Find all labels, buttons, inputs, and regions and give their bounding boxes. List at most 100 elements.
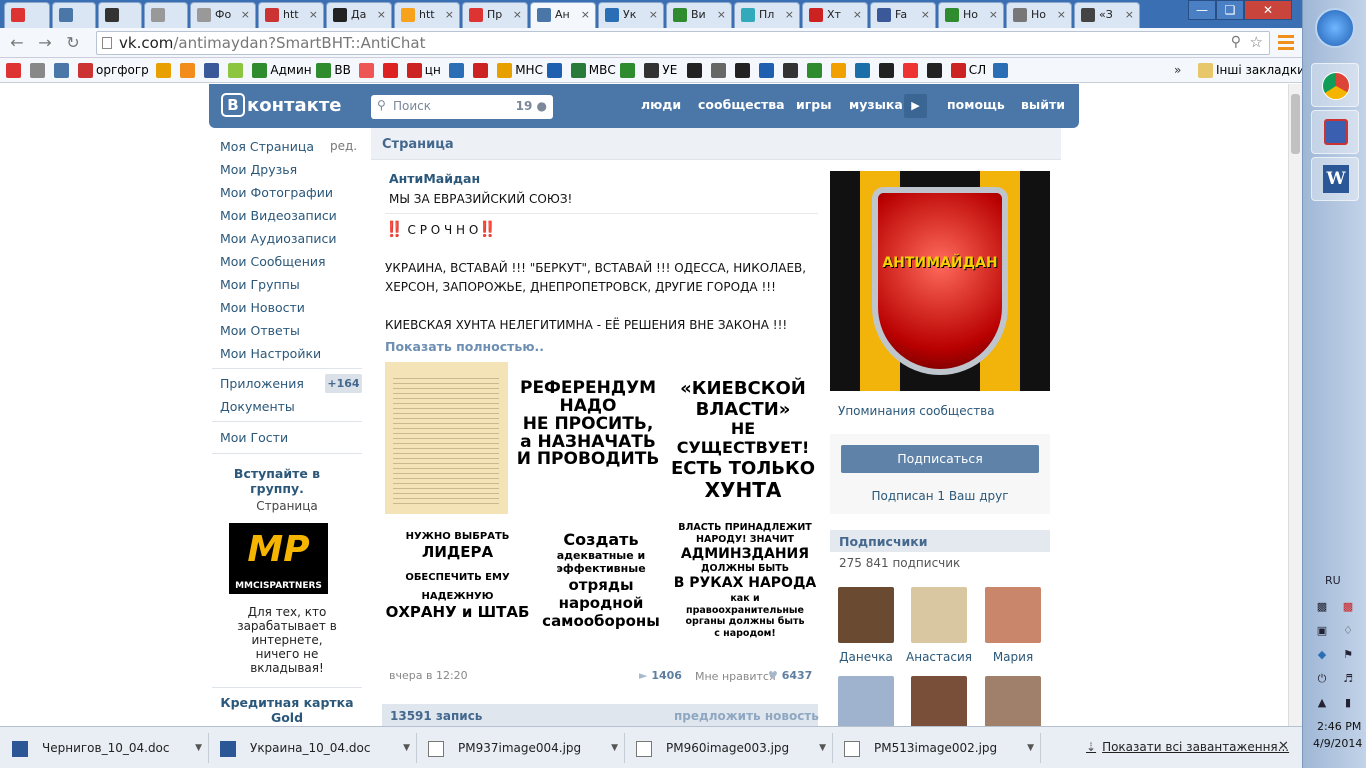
menu-guests[interactable]: Мои Гости xyxy=(220,430,288,445)
power-icon[interactable]: ⏻ xyxy=(1313,672,1331,688)
close-tab-icon[interactable]: × xyxy=(241,8,250,21)
bookmark[interactable] xyxy=(782,62,801,79)
tab[interactable]: Но × xyxy=(938,2,1004,28)
tab[interactable]: Пл × xyxy=(734,2,800,28)
repost-count[interactable]: ► 1406 xyxy=(639,669,682,682)
bookmark[interactable] xyxy=(878,62,897,79)
follower-avatar[interactable] xyxy=(911,676,967,726)
bookmark[interactable] xyxy=(854,62,873,79)
tab[interactable]: Да × xyxy=(326,2,392,28)
follower-avatar[interactable] xyxy=(985,676,1041,726)
taskbar-word-icon[interactable]: W xyxy=(1311,157,1359,201)
wifi-icon[interactable]: ▲ xyxy=(1313,696,1331,712)
close-tab-icon[interactable]: × xyxy=(717,8,726,21)
chevron-down-icon[interactable]: ▼ xyxy=(195,733,202,763)
apps-badge[interactable]: +164 xyxy=(325,374,362,393)
bookmark[interactable] xyxy=(156,62,174,79)
menu-my-page[interactable]: Моя Страница xyxy=(220,139,314,154)
menu-messages[interactable]: Мои Сообщения xyxy=(220,254,326,269)
taskbar-chrome-icon[interactable] xyxy=(1311,63,1359,107)
download-item[interactable]: Украина_10_04.doc ▼ xyxy=(210,733,417,763)
close-tab-icon[interactable]: × xyxy=(785,8,794,21)
menu-groups[interactable]: Мои Группы xyxy=(220,277,300,292)
tab[interactable]: htt × xyxy=(394,2,460,28)
close-tab-icon[interactable]: × xyxy=(1057,8,1066,21)
clock-date[interactable]: 4/9/2014 xyxy=(1313,737,1362,750)
group-name[interactable]: АнтиМайдан xyxy=(389,171,480,186)
play-icon[interactable]: ▶ xyxy=(904,94,927,118)
bell-icon[interactable]: ♢ xyxy=(1339,624,1357,640)
bookmark[interactable] xyxy=(358,62,377,79)
chevron-down-icon[interactable]: ▼ xyxy=(819,733,826,763)
menu-apps[interactable]: Приложения xyxy=(220,376,304,391)
tab[interactable]: Ан × xyxy=(530,2,596,28)
bookmark[interactable] xyxy=(710,62,729,79)
follower-name[interactable]: Данечка xyxy=(828,650,904,664)
bookmark[interactable] xyxy=(228,62,246,79)
bookmark[interactable]: оргфогр xyxy=(78,62,149,79)
tab[interactable]: «З × xyxy=(1074,2,1140,28)
taskbar-app-icon[interactable] xyxy=(1311,110,1359,154)
tab[interactable]: Ви × xyxy=(666,2,732,28)
bookmark[interactable]: СЛ xyxy=(950,62,986,79)
ad2-title[interactable]: Кредитная картка Gold xyxy=(212,695,362,725)
post-image-leader[interactable]: НУЖНО ВЫБРАТЬ ЛИДЕРА ОБЕСПЕЧИТЬ ЕМУ НАДЕ… xyxy=(385,520,530,650)
tab[interactable]: htt × xyxy=(258,2,324,28)
bookmark[interactable]: МНС xyxy=(497,62,543,79)
search-input[interactable]: ⚲ Поиск 19 ● xyxy=(371,95,553,119)
other-bookmarks[interactable]: Інші закладки xyxy=(1198,62,1305,79)
post-image-selfdefense[interactable]: Создать адекватные и эффективные отряды … xyxy=(536,520,666,650)
suggest-news-link[interactable]: предложить новость xyxy=(674,709,819,723)
edit-link[interactable]: ред. xyxy=(330,139,357,153)
chevron-down-icon[interactable]: ▼ xyxy=(403,733,410,763)
address-bar[interactable]: vk.com/antimaydan?SmartBHT::AntiChat ⚲ ☆ xyxy=(96,31,1270,55)
menu-answers[interactable]: Мои Ответы xyxy=(220,323,300,338)
tab[interactable] xyxy=(52,2,96,28)
bookmark[interactable] xyxy=(382,62,401,79)
close-tab-icon[interactable]: × xyxy=(921,8,930,21)
bookmarks-overflow[interactable]: » xyxy=(1174,62,1181,79)
bookmark[interactable] xyxy=(734,62,753,79)
bookmark[interactable] xyxy=(204,62,222,79)
download-item[interactable]: PM937image004.jpg ▼ xyxy=(418,733,625,763)
bookmark[interactable] xyxy=(6,62,24,79)
show-more-link[interactable]: Показать полностью.. xyxy=(385,339,544,354)
download-item[interactable]: PM960image003.jpg ▼ xyxy=(626,733,833,763)
signal-bars-icon[interactable]: ▮ xyxy=(1339,696,1357,712)
close-tab-icon[interactable]: × xyxy=(989,8,998,21)
close-tab-icon[interactable]: × xyxy=(309,8,318,21)
bookmark[interactable] xyxy=(993,62,1011,79)
bookmark[interactable]: Админ xyxy=(252,62,312,79)
shield-tray-icon[interactable]: ◆ xyxy=(1313,648,1331,664)
monitor-icon[interactable]: ▣ xyxy=(1313,624,1331,640)
back-arrow-icon[interactable]: ← xyxy=(6,33,28,53)
nav-music[interactable]: музыка xyxy=(849,97,903,112)
bookmark[interactable] xyxy=(926,62,945,79)
like-count[interactable]: ♥ 6437 xyxy=(768,669,812,682)
mentions-link[interactable]: Упоминания сообщества xyxy=(838,404,995,418)
clock-time[interactable]: 2:46 PM xyxy=(1317,720,1361,733)
tab[interactable] xyxy=(144,2,188,28)
bookmark[interactable] xyxy=(473,62,491,79)
flag-icon[interactable]: ⚑ xyxy=(1339,648,1357,664)
bookmark[interactable] xyxy=(902,62,921,79)
menu-icon[interactable] xyxy=(1278,35,1294,51)
menu-audio[interactable]: Мои Аудиозаписи xyxy=(220,231,337,246)
volume-icon[interactable]: ♬ xyxy=(1339,672,1357,688)
ad-logo[interactable]: MP MMCISPARTNERS xyxy=(229,523,328,594)
nav-logout[interactable]: выйти xyxy=(1021,97,1065,112)
vk-logo[interactable]: Вконтакте xyxy=(221,93,341,119)
menu-friends[interactable]: Мои Друзья xyxy=(220,162,297,177)
show-all-downloads[interactable]: ⇣ Показати всі завантаження... xyxy=(1086,740,1289,754)
follower-avatar[interactable] xyxy=(838,676,894,726)
close-tab-icon[interactable]: × xyxy=(853,8,862,21)
close-tab-icon[interactable]: × xyxy=(649,8,658,21)
nav-communities[interactable]: сообщества xyxy=(698,97,785,112)
post-time[interactable]: вчера в 12:20 xyxy=(389,669,468,682)
page-scrollbar[interactable] xyxy=(1288,84,1302,726)
bookmark[interactable] xyxy=(830,62,849,79)
bookmark[interactable]: МВС xyxy=(570,62,616,79)
menu-documents[interactable]: Документы xyxy=(220,399,295,414)
bookmark[interactable] xyxy=(686,62,705,79)
subscribed-friend-link[interactable]: Подписан 1 Ваш друг xyxy=(830,489,1050,503)
